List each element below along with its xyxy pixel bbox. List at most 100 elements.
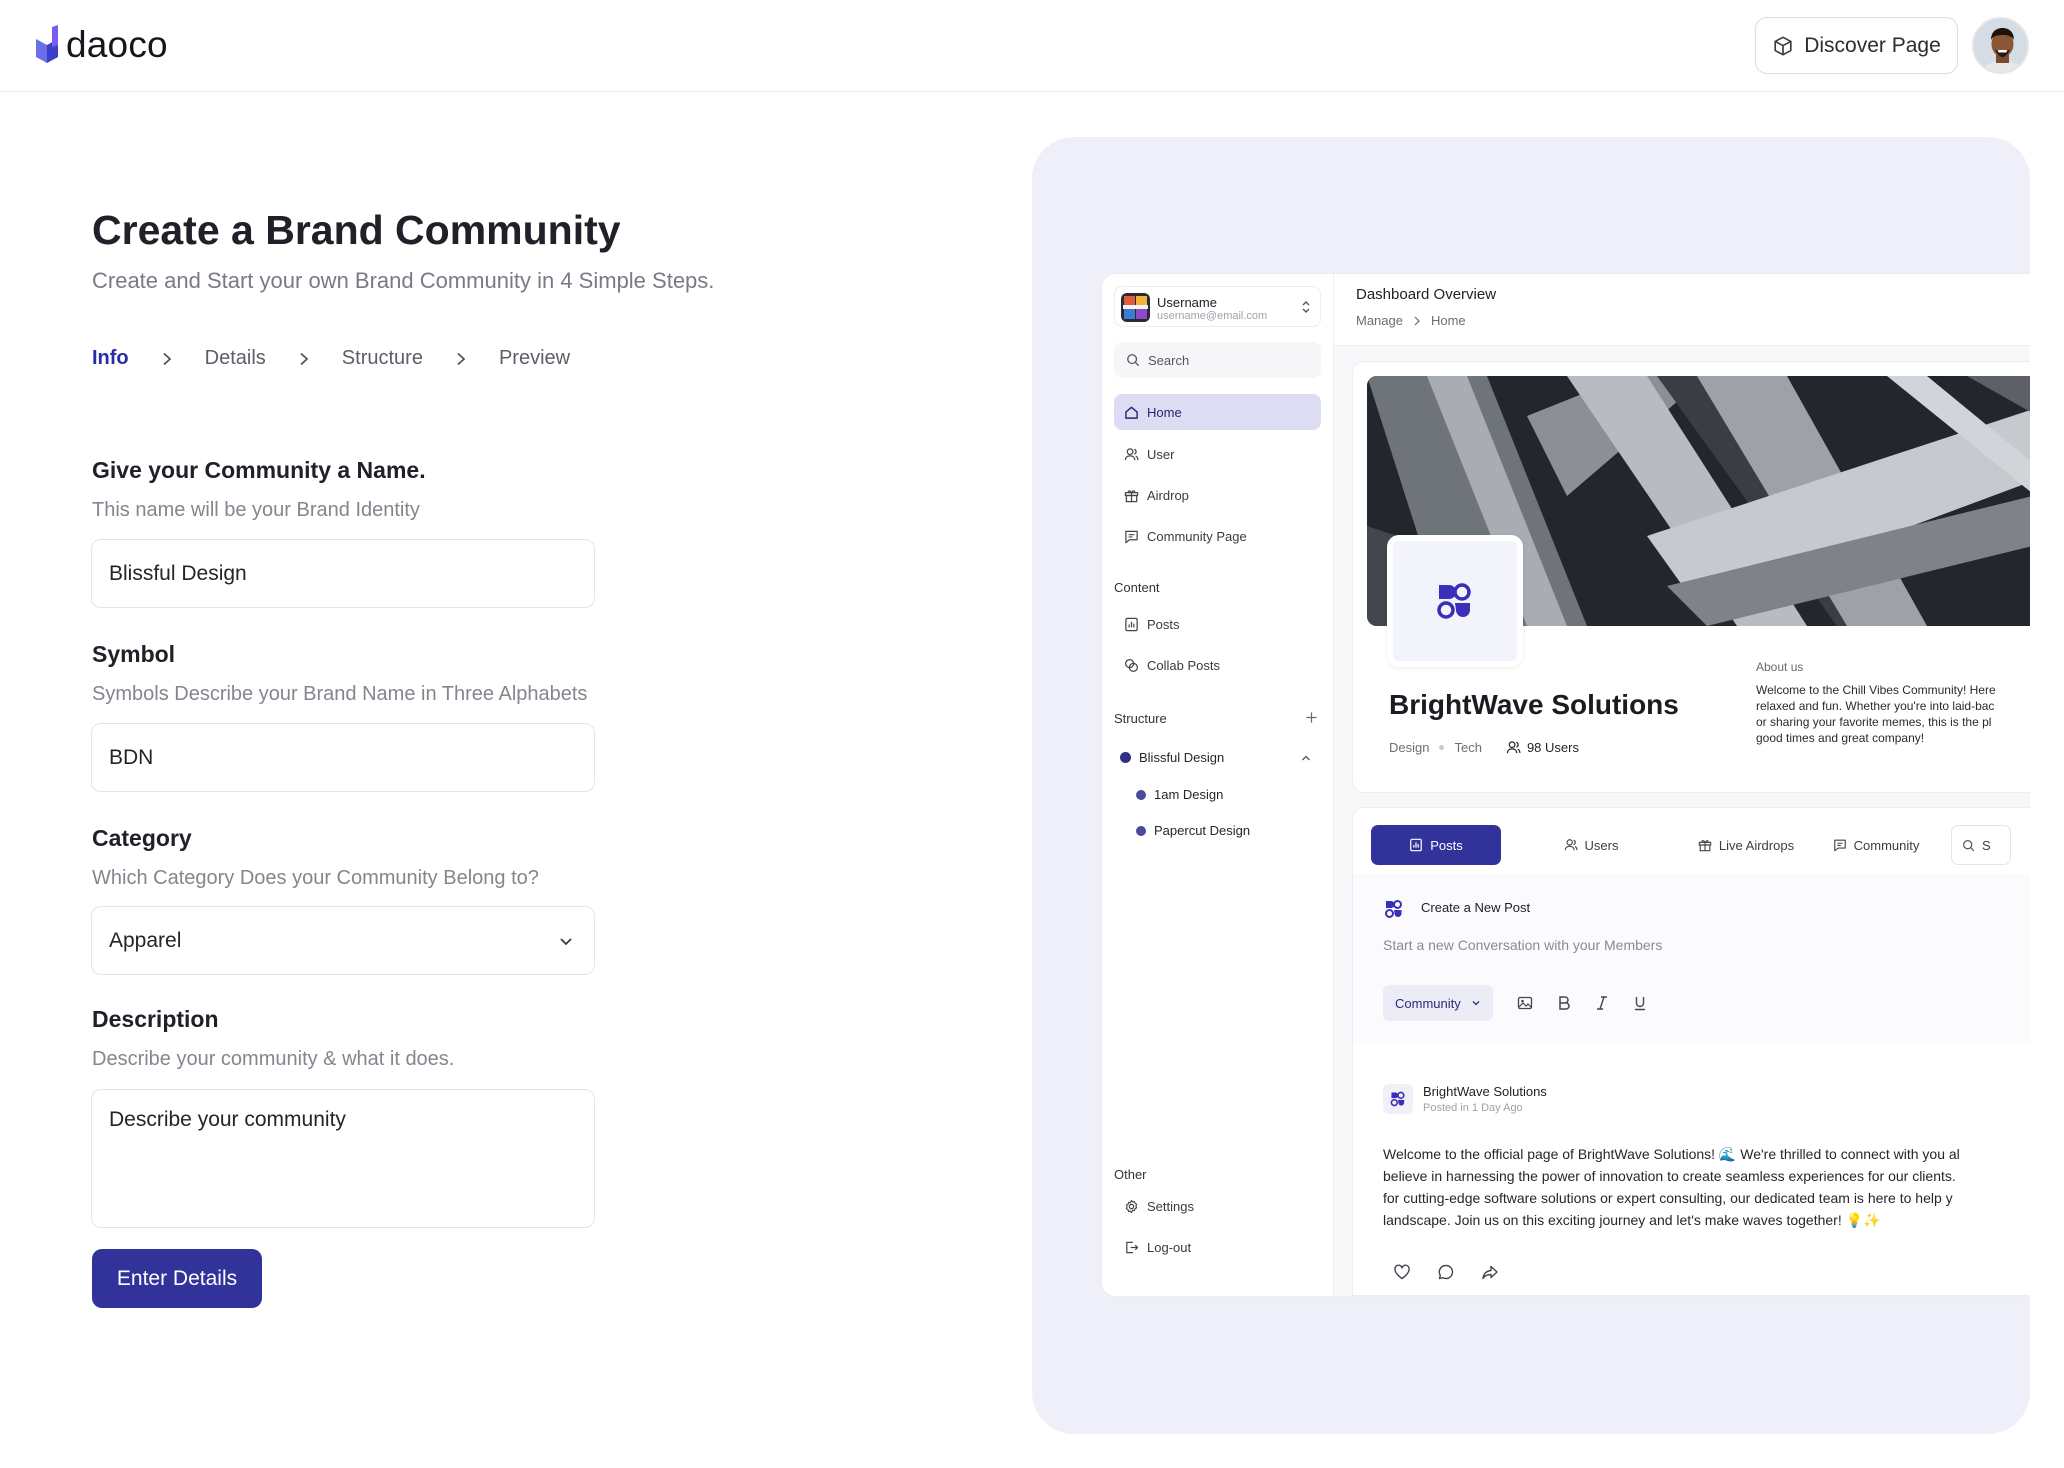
users-count: 98 Users (1492, 740, 1579, 755)
message-icon (1833, 838, 1847, 852)
sidebar-item-community-page[interactable]: Community Page (1114, 518, 1321, 554)
dashboard-title: Dashboard Overview (1356, 286, 1497, 303)
community-name-input[interactable]: Blissful Design (91, 539, 595, 608)
tree-dot (1136, 825, 1146, 836)
sidebar-item-label: Settings (1147, 1198, 1194, 1214)
community-name-value: Blissful Design (109, 561, 247, 585)
tree-item-papercut-design[interactable]: Papercut Design (1136, 823, 1250, 838)
sidebar-item-label: Community Page (1147, 528, 1247, 544)
category-hint: Which Category Does your Community Belon… (92, 867, 539, 889)
discover-page-button[interactable]: Discover Page (1755, 17, 1958, 74)
brand-tags: Design Tech 98 Users (1389, 740, 1579, 755)
share-icon[interactable] (1481, 1263, 1499, 1281)
logo[interactable]: daoco (32, 24, 168, 66)
chevron-up-icon[interactable] (1300, 752, 1312, 764)
tab-community[interactable]: Community (1811, 825, 1941, 865)
post-line: landscape. Join us on this exciting jour… (1383, 1212, 1881, 1228)
sidebar-item-user[interactable]: User (1114, 436, 1321, 472)
new-post-input[interactable]: Start a new Conversation with your Membe… (1383, 937, 1662, 953)
tree-item-blissful-design[interactable]: Blissful Design (1120, 750, 1224, 765)
search-icon (1126, 353, 1140, 367)
tab-search-text: S (1982, 837, 1991, 853)
collab-icon (1124, 658, 1139, 673)
tab-users[interactable]: Users (1501, 825, 1681, 865)
brand-profile-card: BrightWave Solutions Design Tech 98 User… (1352, 361, 2030, 793)
step-info[interactable]: Info (92, 347, 129, 370)
sidebar-item-settings[interactable]: Settings (1114, 1188, 1321, 1224)
step-details[interactable]: Details (205, 347, 266, 370)
composer-toolbar: Community (1383, 985, 1647, 1021)
tab-search-input[interactable]: S (1951, 825, 2011, 865)
sidebar-search[interactable]: Search (1114, 342, 1321, 378)
page-subtitle: Create and Start your own Brand Communit… (92, 268, 715, 293)
underline-icon[interactable] (1633, 995, 1647, 1011)
post-actions (1393, 1263, 1499, 1281)
account-switcher[interactable]: Username username@email.com (1114, 286, 1321, 327)
chevron-right-icon (1413, 316, 1421, 326)
chevron-up-down-icon (1300, 299, 1312, 315)
symbol-hint: Symbols Describe your Brand Name in Thre… (92, 683, 588, 705)
logo-text: daoco (66, 24, 168, 65)
step-preview[interactable]: Preview (499, 347, 570, 370)
symbol-label: Symbol (92, 641, 176, 667)
category-select[interactable]: Apparel (91, 906, 595, 975)
about-line: relaxed and fun. Whether you're into lai… (1756, 699, 1995, 713)
heart-icon[interactable] (1393, 1263, 1411, 1281)
user-icon (1124, 447, 1139, 462)
post-author-avatar (1383, 1084, 1413, 1114)
sidebar-item-logout[interactable]: Log-out (1114, 1229, 1321, 1265)
tree-item-1am-design[interactable]: 1am Design (1136, 787, 1223, 802)
tab-label: Users (1584, 837, 1619, 853)
sidebar-item-label: User (1147, 446, 1175, 462)
about-line: or sharing your favorite memes, this is … (1756, 715, 1992, 729)
symbol-value: BDN (109, 745, 154, 769)
breadcrumb-manage[interactable]: Manage (1356, 313, 1403, 328)
user-avatar[interactable] (1972, 17, 2029, 74)
description-hint: Describe your community & what it does. (92, 1048, 455, 1070)
chevron-down-icon (558, 931, 574, 955)
logo-mark-icon (32, 25, 62, 65)
description-textarea[interactable]: Describe your community (91, 1089, 595, 1228)
about-line: Welcome to the Chill Vibes Community! He… (1756, 683, 1996, 697)
brand-mark-icon (1383, 898, 1405, 920)
sidebar-section-other: Other (1114, 1167, 1147, 1182)
bold-icon[interactable] (1557, 995, 1571, 1011)
separator-dot (1439, 745, 1445, 750)
tree-item-label: Papercut Design (1154, 823, 1251, 838)
image-icon[interactable] (1517, 995, 1533, 1011)
sidebar-item-collab-posts[interactable]: Collab Posts (1114, 647, 1321, 683)
about-line: good times and great company! (1756, 731, 1925, 745)
post-line: Welcome to the official page of BrightWa… (1383, 1146, 1960, 1162)
account-email: username@email.com (1157, 310, 1268, 322)
cube-icon (1772, 35, 1794, 57)
tab-posts[interactable]: Posts (1371, 825, 1501, 865)
comment-icon[interactable] (1437, 1263, 1455, 1281)
brand-mark-icon (1437, 583, 1471, 619)
stepper: Info Details Structure Preview (92, 347, 570, 370)
chevron-down-icon (1471, 998, 1481, 1008)
italic-icon[interactable] (1595, 995, 1609, 1011)
sidebar-item-label: Airdrop (1147, 487, 1189, 503)
description-placeholder: Describe your community (109, 1108, 346, 1131)
account-avatar (1121, 293, 1150, 322)
tree-item-label: Blissful Design (1139, 750, 1225, 765)
audience-select[interactable]: Community (1383, 985, 1493, 1021)
dashboard-preview: Username username@email.com Search Home … (1102, 274, 2030, 1296)
breadcrumb-home[interactable]: Home (1431, 313, 1466, 328)
sidebar-item-home[interactable]: Home (1114, 394, 1321, 430)
description-label: Description (92, 1006, 219, 1032)
enter-details-button[interactable]: Enter Details (92, 1249, 262, 1308)
sidebar-item-label: Log-out (1147, 1239, 1192, 1255)
step-structure[interactable]: Structure (342, 347, 423, 370)
chevron-right-icon (298, 352, 310, 366)
plus-icon[interactable] (1305, 711, 1318, 724)
tab-live-airdrops[interactable]: Live Airdrops (1681, 825, 1811, 865)
page-title: Create a Brand Community (92, 207, 621, 253)
symbol-input[interactable]: BDN (91, 723, 595, 792)
home-icon (1124, 405, 1139, 420)
sidebar-item-airdrop[interactable]: Airdrop (1114, 477, 1321, 513)
user-icon (1564, 838, 1578, 852)
post-header: BrightWave Solutions Posted in 1 Day Ago (1383, 1084, 1547, 1114)
sidebar-item-posts[interactable]: Posts (1114, 606, 1321, 642)
post-author: BrightWave Solutions (1423, 1084, 1547, 1099)
